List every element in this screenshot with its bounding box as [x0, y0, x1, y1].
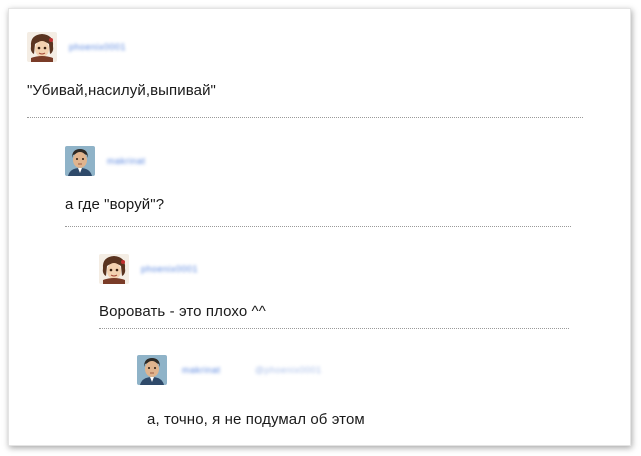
- comment-divider: [27, 117, 583, 118]
- comment-thread: phoenix0001 "Убивай,насилуй,выпивай" mak…: [8, 8, 631, 446]
- man-portrait-avatar-icon[interactable]: [137, 355, 167, 385]
- comment-text: а, точно, я не подумал об этом: [147, 411, 365, 428]
- comment-divider: [65, 226, 571, 227]
- comment-header: makrinat: [65, 146, 575, 182]
- comment-divider: [99, 328, 569, 329]
- comment-text: "Убивай,насилуй,выпивай": [27, 82, 216, 99]
- anime-character-avatar-icon[interactable]: [99, 254, 129, 284]
- comment-header: phoenix0001: [99, 254, 579, 290]
- comment-text: а где "воруй"?: [65, 196, 165, 213]
- anime-character-avatar-icon[interactable]: [27, 32, 57, 62]
- comment-1: phoenix0001 "Убивай,насилуй,выпивай": [27, 32, 587, 99]
- comment-header: phoenix0001: [27, 32, 587, 68]
- username-link[interactable]: makrinat: [107, 157, 146, 166]
- comment-2: makrinat а где "воруй"?: [65, 146, 575, 213]
- username-link[interactable]: phoenix0001: [141, 265, 198, 274]
- comment-4: makrinat @phoenix0001 а, точно, я не под…: [137, 355, 577, 428]
- reply-to-mention[interactable]: @phoenix0001: [255, 366, 322, 375]
- comment-text: Воровать - это плохо ^^: [99, 303, 266, 320]
- comment-header: makrinat @phoenix0001: [137, 355, 577, 391]
- comment-3: phoenix0001 Воровать - это плохо ^^: [99, 254, 579, 320]
- username-link[interactable]: phoenix0001: [69, 43, 126, 52]
- username-link[interactable]: makrinat: [182, 366, 221, 375]
- man-portrait-avatar-icon[interactable]: [65, 146, 95, 176]
